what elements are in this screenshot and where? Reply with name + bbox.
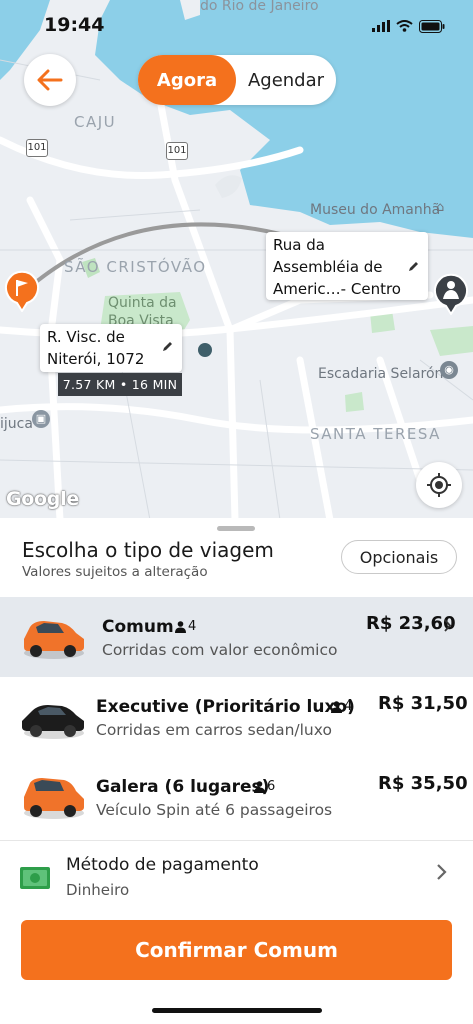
payment-method-title: Método de pagamento [66, 855, 259, 875]
ride-description: Veículo Spin até 6 passageiros [96, 801, 333, 819]
ride-description: Corridas com valor econômico [102, 641, 338, 659]
confirm-ride-button[interactable]: Confirmar Comum [21, 920, 452, 980]
shopping-icon: ▣ [32, 410, 50, 428]
mode-now-tab[interactable]: Agora [138, 55, 236, 105]
cash-icon [20, 867, 50, 889]
sheet-title: Escolha o tipo de viagem [22, 538, 274, 562]
my-location-button[interactable] [416, 462, 462, 508]
destination-address-line3: Americ…- Centro [273, 280, 401, 298]
ride-price: R$ 23,60 [366, 613, 456, 634]
passenger-count-value: 6 [267, 779, 276, 794]
origin-address-callout[interactable]: R. Visc. de Niterói, 1072 [40, 324, 182, 372]
pencil-icon [409, 262, 418, 271]
pencil-icon [163, 342, 172, 351]
crosshair-icon [427, 473, 451, 497]
passenger-count: 4 [175, 619, 196, 634]
ride-description: Corridas em carros sedan/luxo [96, 721, 332, 739]
map-label-quinta-1: Quinta da [108, 295, 177, 311]
payment-method-row[interactable]: Método de pagamento Dinheiro [0, 840, 473, 915]
map-label-caju: CAJU [74, 113, 117, 131]
person-icon [254, 780, 265, 793]
ride-name: Galera (6 lugares) [96, 777, 270, 797]
route-shield-101-b: 101 [166, 142, 188, 160]
map-label-santa-teresa: SANTA TERESA [310, 425, 441, 443]
orange-car-icon [24, 621, 84, 659]
wifi-icon [396, 20, 413, 32]
passenger-count: 6 [254, 779, 275, 794]
destination-address-line2: Assembléia de [273, 258, 383, 276]
back-button[interactable] [24, 54, 76, 106]
map-label-sao-cristovao: SÃO CRISTÓVÃO [64, 258, 207, 276]
destination-address-line1: Rua da [273, 236, 325, 254]
options-button[interactable]: Opcionais [341, 540, 457, 574]
ride-selection-sheet: Escolha o tipo de viagem Valores sujeito… [0, 518, 473, 1024]
status-icons [372, 16, 445, 36]
person-icon [175, 620, 186, 633]
trip-distance-time: 7.57 KM • 16 MIN [58, 373, 182, 396]
map-label-escadaria: Escadaria Selarón [318, 366, 444, 382]
arrow-left-icon [37, 69, 63, 91]
origin-flag-pin-icon [5, 270, 39, 312]
black-sedan-icon [22, 705, 84, 739]
map-label-museu: Museu do Amanhã [310, 202, 441, 218]
chevron-right-icon [444, 619, 452, 632]
passenger-count-value: 4 [344, 699, 353, 714]
battery-icon [419, 19, 445, 33]
ride-option-executive[interactable]: Executive (Prioritário luxo) 4 Corridas … [0, 677, 473, 757]
camera-icon: ◉ [440, 361, 458, 379]
sheet-subtitle: Valores sujeitos a alteração [22, 564, 208, 580]
ride-option-galera[interactable]: Galera (6 lugares) 6 Veículo Spin até 6 … [0, 757, 473, 837]
person-icon [331, 700, 342, 713]
destination-address-callout[interactable]: Rua da Assembléia de Americ…- Centro [266, 232, 428, 300]
ride-price: R$ 35,50 [378, 773, 468, 794]
route-shield-101-a: 101 [26, 139, 48, 157]
destination-person-pin-icon [434, 273, 468, 315]
ride-name: Executive (Prioritário luxo) [96, 697, 355, 717]
passenger-count: 4 [331, 699, 352, 714]
google-attribution: Google [6, 488, 79, 510]
map-label-tijuca: ijuca [0, 416, 33, 432]
sheet-grabber[interactable] [217, 526, 255, 531]
orange-van-icon [24, 778, 84, 819]
status-time: 19:44 [44, 14, 105, 36]
ride-option-comum[interactable]: Comum 4 Corridas com valor econômico R$ … [0, 597, 473, 677]
payment-method-value: Dinheiro [66, 881, 130, 899]
home-indicator [152, 1008, 322, 1013]
museum-icon: ⌂ [436, 200, 445, 215]
chevron-right-icon [437, 864, 447, 880]
signal-icon [372, 20, 390, 32]
mode-toggle: Agora Agendar [138, 55, 336, 105]
map-label-rio: do Rio de Janeiro [200, 0, 319, 14]
ride-price: R$ 31,50 [378, 693, 468, 714]
ride-name: Comum [102, 617, 174, 637]
map-view[interactable]: do Rio de Janeiro CAJU SÃO CRISTÓVÃO Qui… [0, 0, 473, 520]
passenger-count-value: 4 [188, 619, 197, 634]
mode-schedule-tab[interactable]: Agendar [236, 55, 336, 105]
